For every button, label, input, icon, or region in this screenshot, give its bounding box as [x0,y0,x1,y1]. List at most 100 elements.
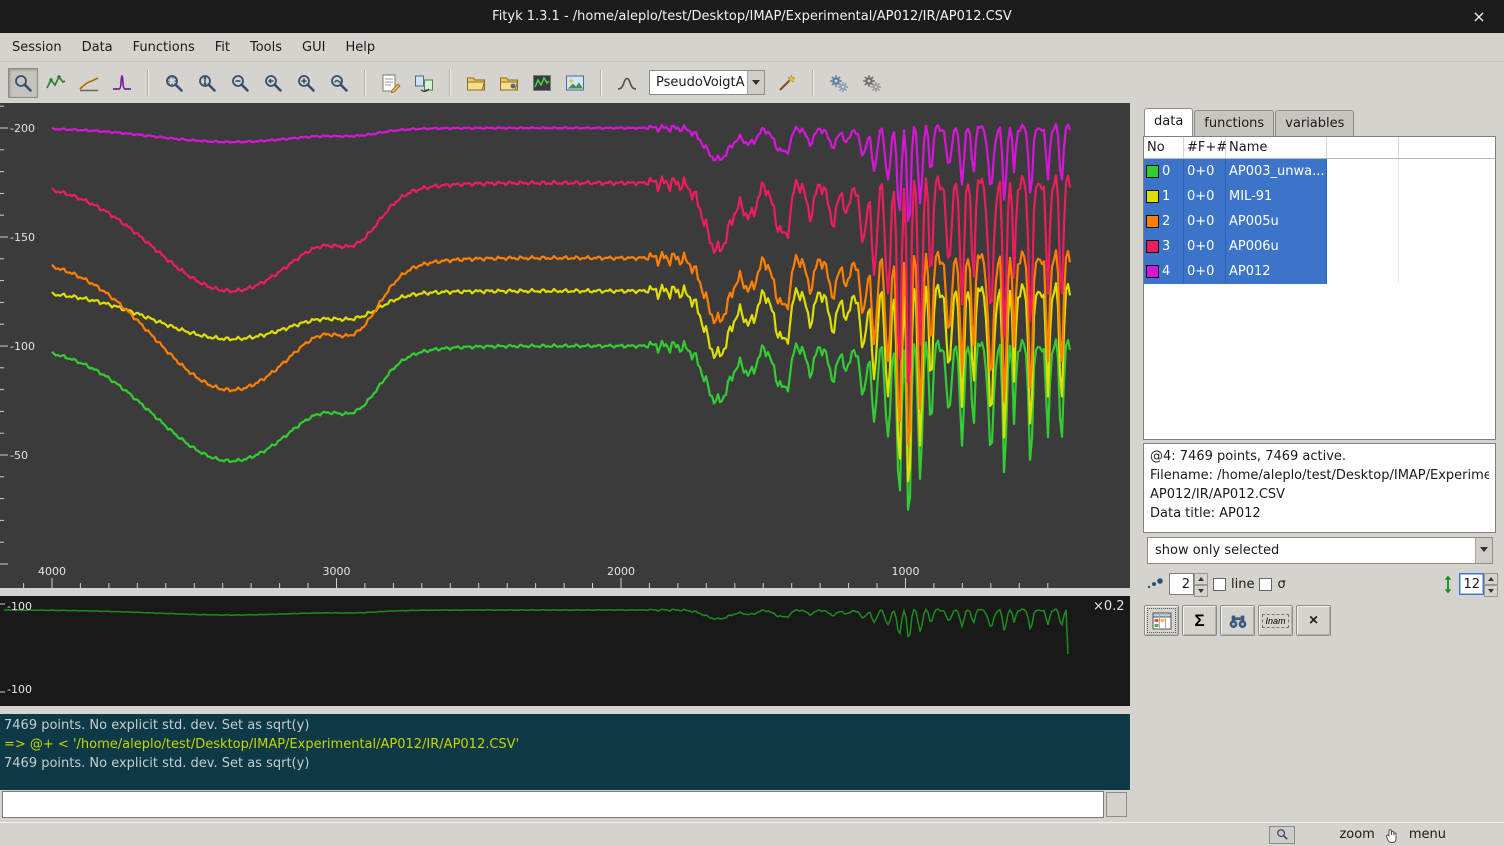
fit-wand-button[interactable] [772,68,802,98]
tab-functions[interactable]: functions [1194,110,1274,136]
gears-stop-icon [862,73,882,93]
shift-spinner: 12 [1459,573,1498,595]
toolbar-separator [812,70,814,96]
shift-up-button[interactable] [1484,573,1498,585]
output-console[interactable]: 7469 points. No explicit std. dev. Set a… [0,714,1130,790]
dataset-color-swatch[interactable] [1146,165,1159,178]
sigma-checkbox[interactable] [1259,578,1272,591]
dataset-name: AP005u [1226,209,1327,234]
zoom-vertical-button[interactable] [192,68,222,98]
hand-cursor-icon [1385,827,1399,843]
dataset-color-swatch[interactable] [1146,190,1159,203]
data-range-mode-button[interactable] [41,68,71,98]
close-button[interactable]: × [1464,0,1494,33]
dataset-color-swatch[interactable] [1146,240,1159,253]
zoom-undo-button[interactable] [324,68,354,98]
zoom-mode-button[interactable] [8,68,38,98]
gears-stop-button[interactable] [857,68,887,98]
dataset-row-4[interactable]: 40+0AP012 [1144,259,1495,284]
toolbar-separator [364,70,366,96]
dataset-name: AP012 [1226,259,1327,284]
rename-button[interactable]: Inam [1258,605,1293,636]
delete-dataset-button[interactable]: × [1296,605,1331,636]
dataset-row-2[interactable]: 20+0AP005u [1144,209,1495,234]
vertical-shift-icon [1442,575,1454,594]
line-checkbox[interactable] [1213,578,1226,591]
save-plot-button[interactable] [527,68,557,98]
export-image-button[interactable] [560,68,590,98]
console-line: => @+ < '/home/aleplo/test/Desktop/IMAP/… [4,735,1130,754]
background-mode-button[interactable] [74,68,104,98]
menu-gui[interactable]: GUI [292,35,335,60]
save-plot-icon [532,73,552,93]
edit-script-button[interactable] [376,68,406,98]
menu-data[interactable]: Data [72,35,123,60]
auxiliary-plot-canvas [0,596,1130,706]
zoom-out-icon [230,73,250,93]
gears-run-button[interactable] [824,68,854,98]
info-filename-1: Filename: /home/aleplo/test/Desktop/IMAP… [1150,466,1489,485]
chevron-down-icon [747,71,764,94]
open-data-button[interactable] [461,68,491,98]
command-input-side-button[interactable] [1106,792,1127,817]
svg-text:1000: 1000 [892,565,920,578]
data-transform-icon [414,73,434,93]
sigma-checkbox-label: σ [1277,577,1285,592]
point-size-value[interactable]: 2 [1169,573,1194,595]
find-button[interactable] [1220,605,1255,636]
zoom-previous-icon [263,73,283,93]
binoculars-icon [1227,612,1249,630]
svg-text:2000: 2000 [607,565,635,578]
statusbar-zoom-button[interactable] [1269,826,1295,844]
statusbar: zoom menu [0,822,1504,846]
point-size-down-button[interactable] [1194,585,1208,597]
aux-y-top-label: -100 [7,600,32,613]
tab-data[interactable]: data [1144,108,1193,136]
add-peak-mode-button[interactable] [107,68,137,98]
magnifier-icon [1276,828,1289,841]
aux-scale-label: ×0.2 [1093,599,1125,614]
zoom-out-button[interactable] [225,68,255,98]
auxiliary-plot[interactable]: -100 -100 ×0.2 [0,596,1130,706]
shift-down-button[interactable] [1484,585,1498,597]
zoom-previous-button[interactable] [258,68,288,98]
main-plot[interactable]: 4000300020001000-200-150-100-50 [0,103,1130,588]
point-size-icon [1146,576,1164,592]
dataset-color-swatch[interactable] [1146,265,1159,278]
menu-help[interactable]: Help [335,35,385,60]
sum-icon: Σ [1194,611,1204,631]
info-data-title: Data title: AP012 [1150,504,1489,523]
filter-dropdown-value: show only selected [1148,538,1475,563]
sidebar-tabs: data functions variables [1144,107,1355,136]
tab-variables[interactable]: variables [1275,110,1354,136]
dataset-fcount: 0+0 [1184,234,1226,259]
titlebar: Fityk 1.3.1 - /home/aleplo/test/Desktop/… [0,0,1504,33]
open-data-custom-button[interactable] [494,68,524,98]
function-type-select[interactable]: PseudoVoigtA [649,70,765,95]
sum-functions-button[interactable]: Σ [1182,605,1217,636]
function-wizard-button[interactable] [612,68,642,98]
menu-tools[interactable]: Tools [240,35,292,60]
menu-session[interactable]: Session [2,35,72,60]
data-transform-button[interactable] [409,68,439,98]
shift-value[interactable]: 12 [1459,573,1484,595]
command-input[interactable] [2,791,1104,818]
data-table-button[interactable] [1144,605,1179,636]
filter-dropdown[interactable]: show only selected [1147,537,1493,564]
zoom-all-button[interactable] [159,68,189,98]
dataset-row-1[interactable]: 10+0MIL-91 [1144,184,1495,209]
toolbar-separator [147,70,149,96]
point-size-up-button[interactable] [1194,573,1208,585]
dataset-row-3[interactable]: 30+0AP006u [1144,234,1495,259]
zoom-in-button[interactable] [291,68,321,98]
svg-text:-200: -200 [10,122,35,135]
menu-fit[interactable]: Fit [205,35,240,60]
point-size-spinner: 2 [1169,573,1208,595]
svg-text:4000: 4000 [38,565,66,578]
dataset-color-swatch[interactable] [1146,215,1159,228]
menu-functions[interactable]: Functions [123,35,205,60]
sidebar-action-buttons: Σ Inam × [1144,605,1331,636]
dataset-fcount: 0+0 [1184,184,1226,209]
dataset-row-0[interactable]: 00+0AP003_unwa... [1144,159,1495,184]
fit-wand-icon [777,73,797,93]
